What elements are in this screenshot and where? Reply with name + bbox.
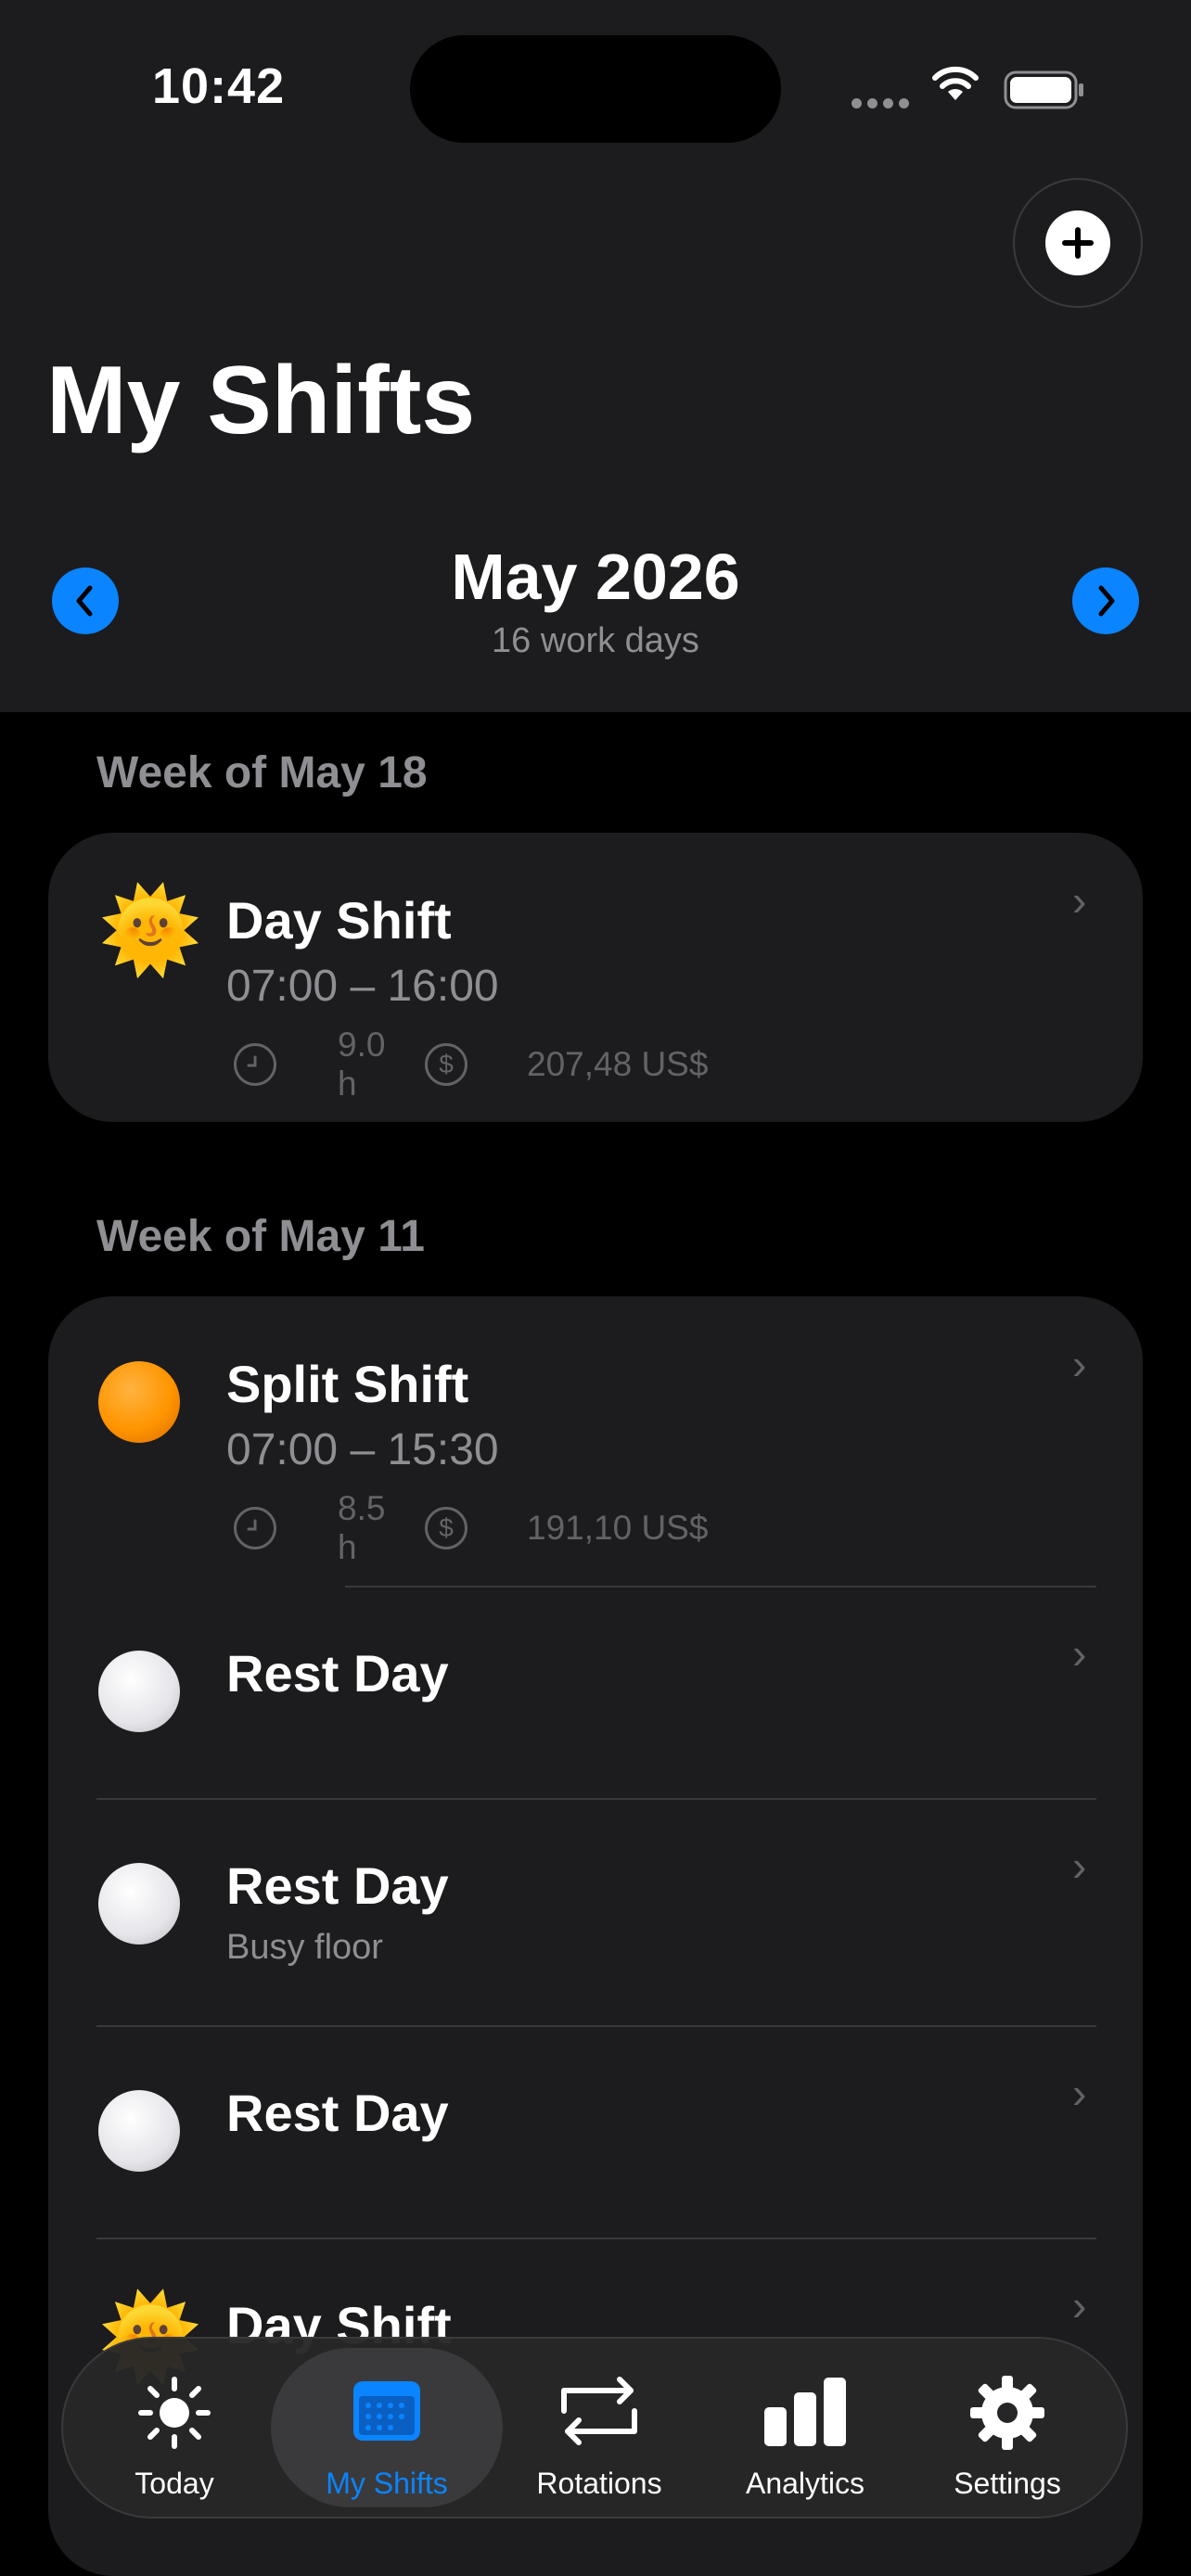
chevron-right-icon: ›	[1072, 2069, 1087, 2117]
clock-icon	[234, 1507, 276, 1549]
chevron-right-icon	[1098, 585, 1115, 617]
shift-time: 07:00 – 15:30	[226, 1425, 499, 1474]
section-header-week: Week of May 18	[96, 748, 428, 797]
section-header-week: Week of May 11	[96, 1212, 425, 1261]
shift-hours: 8.5 h	[338, 1489, 386, 1566]
shift-pay: 207,48 US$	[527, 1045, 709, 1083]
shift-title: Split Shift	[226, 1355, 469, 1413]
page-title: My Shifts	[46, 347, 476, 454]
chevron-right-icon: ›	[1072, 1629, 1087, 1677]
tab-my-shifts[interactable]: My Shifts	[271, 2339, 503, 2517]
shift-title: Rest Day	[226, 1856, 449, 1915]
shift-title: Rest Day	[226, 1644, 449, 1702]
shift-meta: 8.5 h $ 191,10 US$	[234, 1489, 708, 1567]
shift-title: Rest Day	[226, 2084, 449, 2142]
clock-icon	[234, 1043, 276, 1086]
dollar-icon: $	[425, 1507, 467, 1549]
tab-settings[interactable]: Settings	[915, 2339, 1100, 2517]
tab-bar: Today My Shifts Rotations Analytics Sett…	[61, 2337, 1128, 2519]
white-circle-icon	[98, 1651, 180, 1732]
plus-icon	[1045, 210, 1110, 275]
shift-row[interactable]: Split Shift 07:00 – 15:30 8.5 h $ 191,10…	[48, 1296, 1143, 1588]
gear-icon	[970, 2376, 1044, 2450]
work-days-count: 16 work days	[492, 621, 699, 660]
chevron-right-icon: ›	[1072, 1340, 1087, 1388]
sun-icon	[138, 2377, 211, 2449]
month-title: May 2026	[451, 541, 740, 613]
header: 10:42 My Shifts May 2026 16 work days	[0, 0, 1191, 712]
add-shift-button[interactable]	[1013, 178, 1143, 308]
shift-row[interactable]: Rest Day ›	[48, 2027, 1143, 2238]
calendar-icon	[353, 2381, 420, 2441]
orange-circle-icon	[98, 1361, 180, 1443]
tab-rotations[interactable]: Rotations	[506, 2339, 692, 2517]
tab-label: My Shifts	[326, 2467, 448, 2500]
cellular-signal-icon	[852, 96, 915, 113]
white-circle-icon	[98, 2090, 180, 2172]
shift-pay: 191,10 US$	[527, 1509, 709, 1547]
chevron-right-icon: ›	[1072, 1842, 1087, 1890]
tab-today[interactable]: Today	[82, 2339, 267, 2517]
wifi-icon	[932, 66, 979, 100]
sun-face-icon: 🌞	[98, 885, 203, 977]
tab-analytics[interactable]: Analytics	[712, 2339, 898, 2517]
rotation-arrows-icon	[561, 2377, 637, 2445]
tab-label: Analytics	[745, 2467, 865, 2500]
tab-label: Settings	[954, 2467, 1061, 2500]
shift-note: Busy floor	[226, 1928, 383, 1967]
chevron-right-icon: ›	[1072, 876, 1087, 925]
tab-label: Today	[134, 2467, 214, 2500]
shift-hours: 9.0 h	[338, 1026, 386, 1103]
week-card: 🌞 Day Shift 07:00 – 16:00 9.0 h $ 207,48…	[48, 833, 1143, 1122]
battery-icon	[1004, 70, 1083, 109]
bar-chart-icon	[764, 2378, 846, 2446]
chevron-right-icon: ›	[1072, 2281, 1087, 2329]
next-month-button[interactable]	[1072, 567, 1139, 634]
status-time: 10:42	[152, 58, 286, 114]
shift-meta: 9.0 h $ 207,48 US$	[234, 1026, 708, 1103]
shift-row[interactable]: 🌞 Day Shift 07:00 – 16:00 9.0 h $ 207,48…	[48, 833, 1143, 1122]
shift-title: Day Shift	[226, 891, 452, 950]
shift-row[interactable]: Rest Day ›	[48, 1588, 1143, 1799]
white-circle-icon	[98, 1863, 180, 1945]
tab-label: Rotations	[536, 2467, 662, 2500]
dollar-icon: $	[425, 1043, 467, 1086]
shift-time: 07:00 – 16:00	[226, 962, 499, 1011]
dynamic-island	[410, 35, 781, 143]
shift-row[interactable]: Rest Day Busy floor ›	[48, 1800, 1143, 2026]
